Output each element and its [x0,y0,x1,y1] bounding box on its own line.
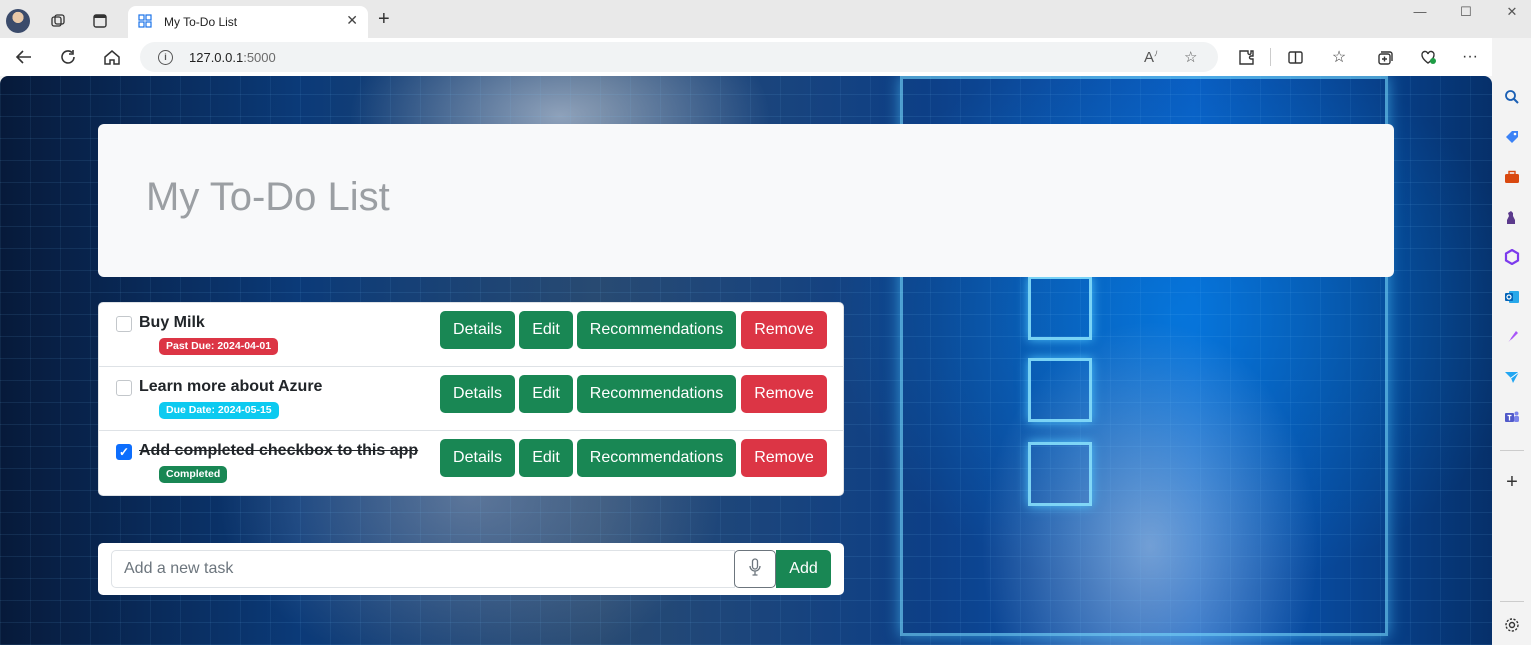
edit-button[interactable]: Edit [519,439,573,477]
completed-badge: Completed [159,466,228,483]
task-row: Buy Milk Past Due: 2024-04-01 Details Ed… [99,303,843,367]
favicon-icon [138,14,152,28]
task-checkbox-checked[interactable]: ✓ [116,444,132,460]
background-decoration [1028,358,1092,422]
tab-close-icon[interactable]: ✕ [346,12,358,29]
page-viewport: My To-Do List Buy Milk Past Due: 2024-04… [0,76,1492,645]
microphone-icon [749,557,761,576]
details-button[interactable]: Details [440,375,515,413]
new-task-input[interactable] [111,550,735,588]
remove-button[interactable]: Remove [741,439,827,477]
split-screen-icon[interactable] [1283,46,1307,68]
task-row: Learn more about Azure Due Date: 2024-05… [99,367,843,431]
designer-icon[interactable] [1502,327,1522,347]
favorite-star-icon[interactable]: ☆ [1184,48,1197,66]
edit-button[interactable]: Edit [519,311,573,349]
more-options-icon[interactable]: ··· [1458,46,1482,68]
recommendations-button[interactable]: Recommendations [577,439,736,477]
maximize-icon[interactable]: ☐ [1456,4,1476,22]
task-checkbox[interactable] [116,316,132,332]
browser-toolbar: i 127.0.0.1:5000 Aﾉ ☆ ☆ ··· [0,38,1531,76]
microphone-button[interactable] [734,550,776,588]
recommendations-button[interactable]: Recommendations [577,375,736,413]
back-icon[interactable] [12,46,36,68]
outlook-icon[interactable] [1502,287,1522,307]
workspaces-icon[interactable] [47,10,69,32]
task-name: Buy Milk [139,314,205,331]
edit-button[interactable]: Edit [519,375,573,413]
due-badge: Past Due: 2024-04-01 [159,338,279,355]
task-name: Add completed checkbox to this app [139,442,419,459]
details-button[interactable]: Details [440,311,515,349]
profile-avatar[interactable] [6,9,30,33]
tab-strip: My To-Do List ✕ + — ☐ ✕ [0,0,1531,38]
shopping-tag-icon[interactable] [1502,127,1522,147]
background-decoration [1028,276,1092,340]
read-aloud-icon[interactable]: Aﾉ [1144,48,1158,66]
remove-button[interactable]: Remove [741,311,827,349]
site-info-icon[interactable]: i [158,50,173,65]
toolbar-separator [1270,48,1271,66]
browser-essentials-icon[interactable] [1416,46,1440,68]
collections-icon[interactable] [1372,46,1396,68]
home-icon[interactable] [100,46,124,68]
background-decoration [1028,442,1092,506]
recommendations-button[interactable]: Recommendations [577,311,736,349]
edge-sidebar: + [1492,38,1531,645]
minimize-icon[interactable]: — [1410,4,1430,22]
games-icon[interactable] [1502,207,1522,227]
add-sidebar-app-icon[interactable]: + [1502,471,1522,493]
extensions-icon[interactable] [1234,46,1258,68]
favorites-icon[interactable]: ☆ [1327,46,1351,68]
tools-briefcase-icon[interactable] [1502,167,1522,187]
add-task-button[interactable]: Add [776,550,831,588]
tab-title: My To-Do List [164,15,238,29]
new-tab-button[interactable]: + [378,9,390,29]
header-card: My To-Do List [98,124,1394,277]
sidebar-settings-icon[interactable] [1502,615,1522,635]
due-badge: Due Date: 2024-05-15 [159,402,279,419]
task-checkbox[interactable] [116,380,132,396]
sidebar-separator [1500,450,1524,451]
microsoft365-icon[interactable] [1502,247,1522,267]
add-task-form: Add [98,543,844,595]
remove-button[interactable]: Remove [741,375,827,413]
task-name: Learn more about Azure [139,378,323,395]
task-list: Buy Milk Past Due: 2024-04-01 Details Ed… [98,302,844,496]
task-row: ✓ Add completed checkbox to this app Com… [99,431,843,495]
address-bar[interactable]: i 127.0.0.1:5000 Aﾉ ☆ [140,42,1218,72]
details-button[interactable]: Details [440,439,515,477]
url-text: 127.0.0.1:5000 [189,50,276,65]
tab-actions-icon[interactable] [89,10,111,32]
page-title: My To-Do List [146,175,390,219]
refresh-icon[interactable] [56,46,80,68]
teams-icon[interactable] [1502,407,1522,427]
sidebar-separator [1500,601,1524,602]
tab-active[interactable]: My To-Do List ✕ [128,6,368,38]
close-window-icon[interactable]: ✕ [1502,4,1522,22]
search-icon[interactable] [1502,87,1522,107]
url-host: 127.0.0.1 [189,50,244,65]
url-port: :5000 [243,50,276,65]
send-icon[interactable] [1502,367,1522,387]
